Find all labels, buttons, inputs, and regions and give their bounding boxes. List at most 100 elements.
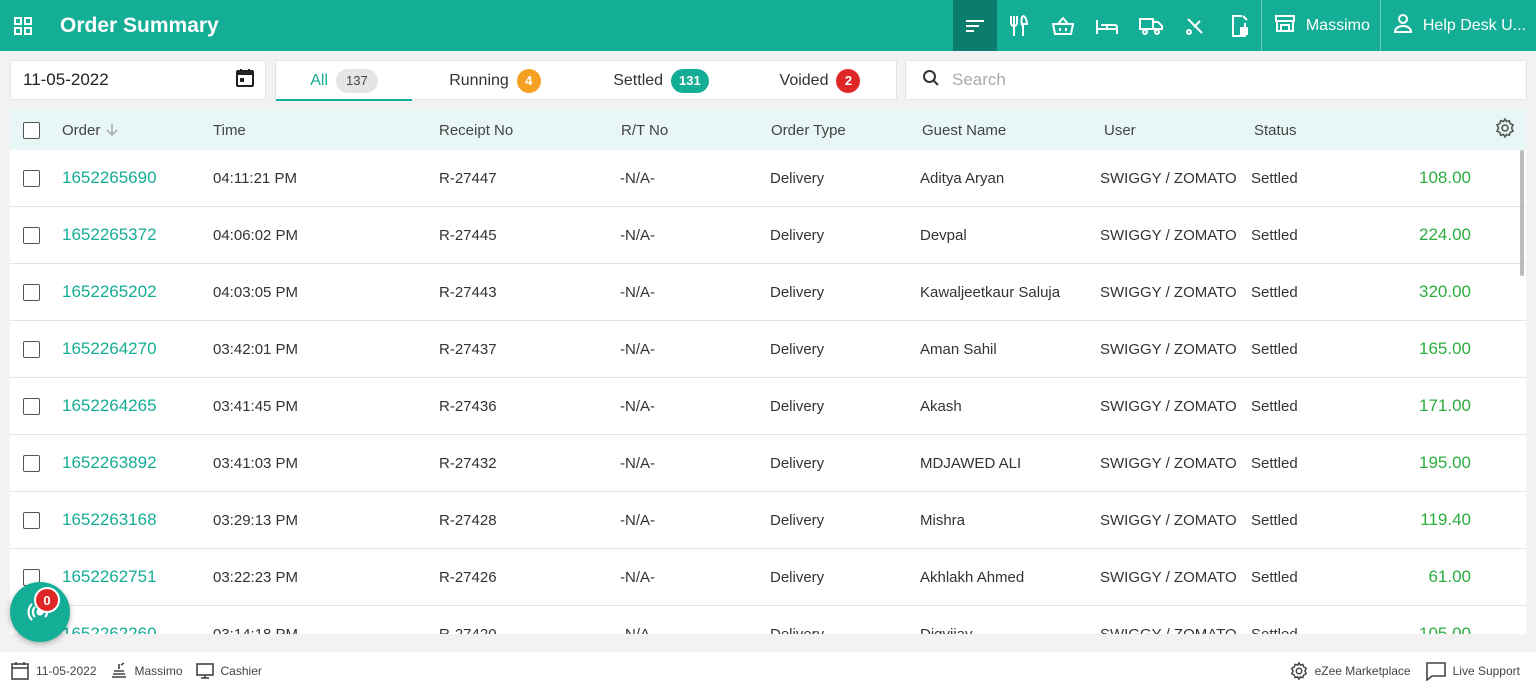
footer-bar: 11-05-2022 Massimo Cashier eZee Marketpl… bbox=[0, 652, 1536, 690]
user-cell: SWIGGY / ZOMATO bbox=[1100, 511, 1237, 529]
search-input[interactable] bbox=[952, 70, 1492, 90]
time-cell: 03:29:13 PM bbox=[213, 511, 299, 529]
live-support-link[interactable]: Live Support bbox=[1425, 661, 1520, 681]
time-cell: 03:41:45 PM bbox=[213, 397, 299, 415]
column-user[interactable]: User bbox=[1104, 122, 1136, 139]
tab-label: Voided bbox=[779, 72, 829, 89]
column-order[interactable]: Order bbox=[62, 122, 118, 139]
guest-name-cell: Digvijay bbox=[920, 625, 973, 635]
order-type-cell: Delivery bbox=[770, 340, 825, 358]
order-number-link[interactable]: 1652265690 bbox=[62, 168, 157, 188]
status-cell: Settled bbox=[1251, 511, 1298, 529]
order-type-cell: Delivery bbox=[770, 283, 825, 301]
dine-in-fork-knife-icon[interactable] bbox=[997, 0, 1041, 51]
order-type-cell: Delivery bbox=[770, 454, 825, 472]
scrollbar[interactable] bbox=[1520, 150, 1524, 276]
status-cell: Settled bbox=[1251, 454, 1298, 472]
amount-cell: 61.00 bbox=[1428, 567, 1471, 586]
user-cell: SWIGGY / ZOMATO bbox=[1100, 226, 1237, 244]
column-rt[interactable]: R/T No bbox=[621, 122, 668, 139]
row-checkbox[interactable] bbox=[23, 397, 40, 415]
rt-cell: -N/A- bbox=[620, 568, 655, 586]
guest-name-cell: Aditya Aryan bbox=[920, 169, 1005, 187]
user-icon bbox=[1393, 13, 1413, 38]
chat-bubble-icon bbox=[1425, 662, 1446, 681]
order-number-link[interactable]: 1652263168 bbox=[62, 510, 157, 530]
tab-all[interactable]: All 137 bbox=[276, 61, 412, 101]
row-checkbox[interactable] bbox=[23, 511, 40, 529]
time-cell: 04:06:02 PM bbox=[213, 226, 299, 244]
guest-name-cell: Kawaljeetkaur Saluja bbox=[920, 283, 1061, 301]
order-number-link[interactable]: 1652265202 bbox=[62, 282, 157, 302]
amount-cell: 320.00 bbox=[1419, 282, 1471, 301]
live-support-label: Live Support bbox=[1452, 664, 1520, 678]
order-number-link[interactable]: 1652262260 bbox=[62, 624, 157, 634]
guest-name-cell: Aman Sahil bbox=[920, 340, 997, 358]
basket-icon[interactable] bbox=[1041, 0, 1085, 51]
order-type-cell: Delivery bbox=[770, 397, 825, 415]
select-all-checkbox[interactable] bbox=[23, 121, 40, 139]
tab-settled[interactable]: Settled 131 bbox=[578, 61, 744, 101]
status-cell: Settled bbox=[1251, 169, 1298, 187]
order-type-cell: Delivery bbox=[770, 511, 825, 529]
tab-label: Settled bbox=[613, 72, 664, 89]
sort-list-icon[interactable] bbox=[952, 0, 997, 51]
column-guest-name[interactable]: Guest Name bbox=[922, 122, 1006, 139]
time-cell: 03:41:03 PM bbox=[213, 454, 299, 472]
delivery-truck-icon[interactable] bbox=[1129, 0, 1173, 51]
amount-cell: 171.00 bbox=[1419, 396, 1471, 415]
outlet-name: Massimo bbox=[1305, 16, 1370, 34]
table-row[interactable]: 1652263168 03:29:13 PM R-27428 -N/A- Deliver… bbox=[10, 492, 1526, 549]
footer-outlet: Massimo bbox=[109, 661, 183, 681]
guest-name-cell: Akhlakh Ahmed bbox=[920, 568, 1025, 586]
user-cell: SWIGGY / ZOMATO bbox=[1100, 568, 1237, 586]
apps-grid-icon[interactable] bbox=[0, 0, 46, 51]
order-number-link[interactable]: 1652264265 bbox=[62, 396, 157, 416]
column-time[interactable]: Time bbox=[213, 122, 246, 139]
table-row[interactable]: 1652265202 04:03:05 PM R-27443 -N/A- Deliver… bbox=[10, 264, 1526, 321]
sort-arrow-down-icon bbox=[106, 124, 118, 137]
cut-scissor-icon[interactable] bbox=[1173, 0, 1217, 51]
monitor-icon bbox=[195, 663, 214, 679]
mobile-order-icon[interactable] bbox=[1217, 0, 1261, 51]
user-cell: SWIGGY / ZOMATO bbox=[1100, 625, 1237, 635]
row-checkbox[interactable] bbox=[23, 226, 40, 244]
table-row[interactable]: 1652262751 03:22:23 PM R-27426 -N/A- Deliver… bbox=[10, 549, 1526, 606]
row-checkbox[interactable] bbox=[23, 283, 40, 301]
order-number-link[interactable]: 1652265372 bbox=[62, 225, 157, 245]
table-row[interactable]: 1652262260 03:14:18 PM R-27420 -N/A- Deliver… bbox=[10, 606, 1526, 634]
tab-voided[interactable]: Voided 2 bbox=[744, 61, 896, 101]
order-number-link[interactable]: 1652263892 bbox=[62, 453, 157, 473]
row-checkbox[interactable] bbox=[23, 340, 40, 358]
column-status[interactable]: Status bbox=[1254, 122, 1297, 139]
row-checkbox[interactable] bbox=[23, 169, 40, 187]
column-settings-gear-icon[interactable] bbox=[1494, 117, 1516, 143]
table-row[interactable]: 1652264270 03:42:01 PM R-27437 -N/A- Deliver… bbox=[10, 321, 1526, 378]
receipt-cell: R-27420 bbox=[439, 625, 497, 635]
date-picker[interactable]: 11-05-2022 bbox=[10, 60, 266, 100]
help-desk-label: Help Desk U... bbox=[1422, 16, 1526, 34]
bed-room-service-icon[interactable] bbox=[1085, 0, 1129, 51]
table-row[interactable]: 1652265372 04:06:02 PM R-27445 -N/A- Deliver… bbox=[10, 207, 1526, 264]
count-badge: 131 bbox=[671, 69, 709, 93]
ezee-marketplace-link[interactable]: eZee Marketplace bbox=[1289, 661, 1411, 681]
table-row[interactable]: 1652263892 03:41:03 PM R-27432 -N/A- Deliver… bbox=[10, 435, 1526, 492]
tab-running[interactable]: Running 4 bbox=[412, 61, 578, 101]
row-checkbox[interactable] bbox=[23, 454, 40, 472]
table-body: 1652265690 04:11:21 PM R-27447 -N/A- Deliver… bbox=[10, 150, 1526, 634]
table-row[interactable]: 1652265690 04:11:21 PM R-27447 -N/A- Deliver… bbox=[10, 150, 1526, 207]
rt-cell: -N/A- bbox=[620, 340, 655, 358]
outlet-selector[interactable]: Massimo bbox=[1262, 0, 1380, 51]
order-number-link[interactable]: 1652264270 bbox=[62, 339, 157, 359]
column-receipt[interactable]: Receipt No bbox=[439, 122, 513, 139]
order-type-cell: Delivery bbox=[770, 568, 825, 586]
status-cell: Settled bbox=[1251, 568, 1298, 586]
order-number-link[interactable]: 1652262751 bbox=[62, 567, 157, 587]
help-desk-user-menu[interactable]: Help Desk U... bbox=[1381, 0, 1536, 51]
user-cell: SWIGGY / ZOMATO bbox=[1100, 340, 1237, 358]
column-order-type[interactable]: Order Type bbox=[771, 122, 846, 139]
store-icon bbox=[1274, 13, 1296, 38]
table-row[interactable]: 1652264265 03:41:45 PM R-27436 -N/A- Deliver… bbox=[10, 378, 1526, 435]
calendar-icon[interactable] bbox=[235, 68, 255, 93]
outlet-tray-icon bbox=[111, 662, 126, 678]
